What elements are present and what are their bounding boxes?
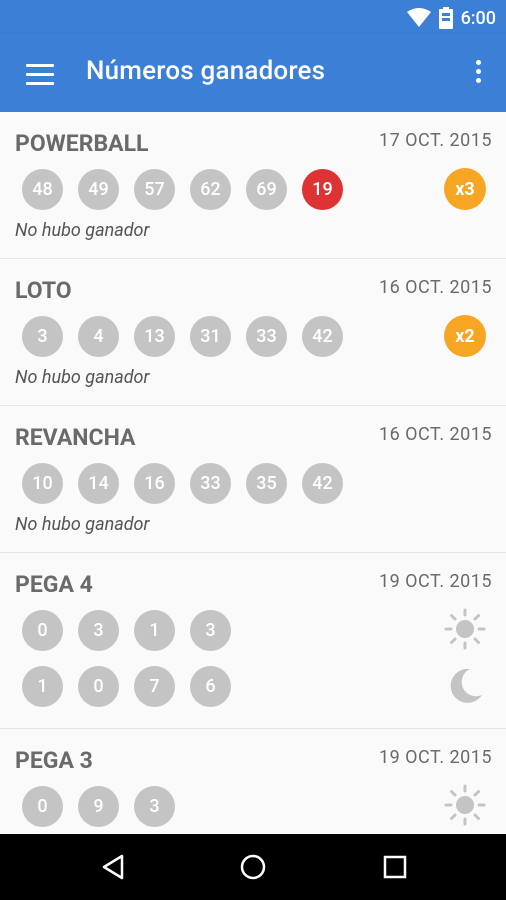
game-card-powerball[interactable]: POWERBALL 17 OCT. 2015 48 49 57 62 69 19… [0,112,506,259]
number-ball: 49 [78,169,119,210]
game-name: LOTO [15,277,72,304]
menu-icon[interactable] [26,64,54,86]
number-ball: 42 [302,463,343,504]
number-ball: 6 [190,666,231,707]
app-bar: Números ganadores [0,34,506,112]
night-number-row: 1 0 7 6 [22,666,231,707]
number-ball: 3 [78,610,119,651]
sun-icon [444,784,486,826]
game-date: 16 OCT. 2015 [378,424,492,445]
number-ball: 42 [302,316,343,357]
wifi-icon [406,8,431,27]
number-ball: 31 [190,316,231,357]
game-card-revancha[interactable]: REVANCHA 16 OCT. 2015 10 14 16 33 35 42 … [0,406,506,553]
number-ball: 33 [246,316,287,357]
day-number-row: 0 3 1 3 [22,610,231,651]
home-icon[interactable] [238,852,268,882]
game-name: PEGA 4 [15,571,93,598]
game-card-loto[interactable]: LOTO 16 OCT. 2015 3 4 13 31 33 42 x2 No … [0,259,506,406]
number-ball: 13 [134,316,175,357]
game-name: POWERBALL [15,130,149,157]
moon-icon [450,668,482,703]
more-vert-icon[interactable] [472,60,484,88]
number-row: 48 49 57 62 69 19 [22,169,343,210]
game-date: 19 OCT. 2015 [378,747,492,768]
game-date: 17 OCT. 2015 [378,130,492,151]
sun-icon [444,608,486,650]
status-bar: 6:00 [0,0,506,34]
number-ball: 9 [78,786,119,827]
number-ball: 14 [78,463,119,504]
winner-note: No hubo ganador [15,220,150,241]
multiplier-badge: x2 [444,315,486,357]
day-number-row: 0 9 3 [22,786,175,827]
back-icon[interactable] [98,852,128,882]
number-row: 10 14 16 33 35 42 [22,463,343,504]
game-date: 16 OCT. 2015 [378,277,492,298]
game-date: 19 OCT. 2015 [378,571,492,592]
number-ball: 48 [22,169,63,210]
number-ball: 7 [134,666,175,707]
winner-note: No hubo ganador [15,367,150,388]
game-card-pega4[interactable]: PEGA 4 19 OCT. 2015 0 3 1 3 1 0 7 6 [0,553,506,729]
number-ball: 33 [190,463,231,504]
number-ball: 0 [22,786,63,827]
number-ball: 1 [22,666,63,707]
game-card-pega3[interactable]: PEGA 3 19 OCT. 2015 0 9 3 [0,729,506,834]
game-name: PEGA 3 [15,747,93,774]
number-ball: 10 [22,463,63,504]
number-ball: 4 [78,316,119,357]
number-ball: 0 [78,666,119,707]
navigation-bar [0,834,506,900]
page-title: Números ganadores [86,56,326,86]
multiplier-badge: x3 [444,168,486,210]
number-ball: 16 [134,463,175,504]
number-ball: 35 [246,463,287,504]
number-ball: 3 [190,610,231,651]
results-list: POWERBALL 17 OCT. 2015 48 49 57 62 69 19… [0,112,506,834]
number-ball: 3 [134,786,175,827]
number-ball: 62 [190,169,231,210]
status-time: 6:00 [460,7,496,29]
number-ball: 57 [134,169,175,210]
number-row: 3 4 13 31 33 42 [22,316,343,357]
number-ball: 3 [22,316,63,357]
winner-note: No hubo ganador [15,514,150,535]
powerball-ball: 19 [302,169,343,210]
recents-icon[interactable] [380,852,410,882]
number-ball: 1 [134,610,175,651]
game-name: REVANCHA [15,424,136,451]
battery-icon [438,7,453,29]
number-ball: 0 [22,610,63,651]
number-ball: 69 [246,169,287,210]
